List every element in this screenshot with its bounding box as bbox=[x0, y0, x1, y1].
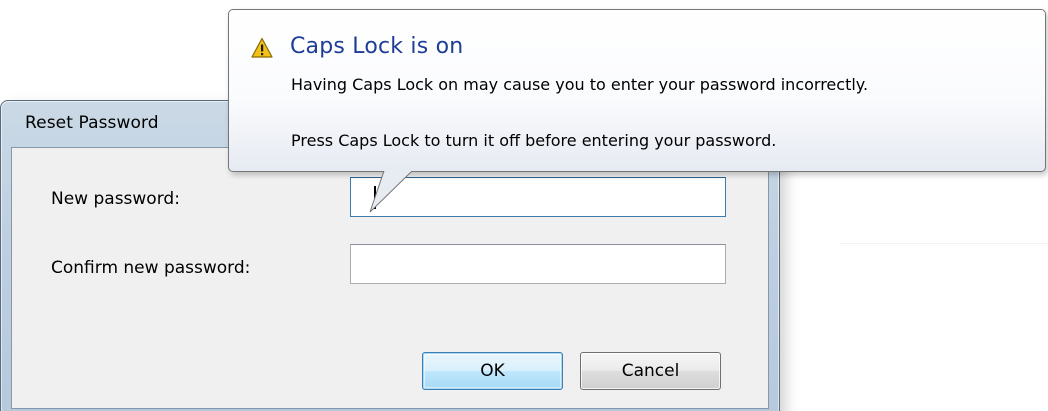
dialog-title: Reset Password bbox=[25, 113, 159, 133]
ok-button[interactable]: OK bbox=[422, 352, 563, 390]
background-divider bbox=[840, 243, 1048, 244]
caps-lock-balloon[interactable]: Caps Lock is on Having Caps Lock on may … bbox=[228, 9, 1046, 172]
balloon-message-line1: Having Caps Lock on may cause you to ent… bbox=[291, 75, 869, 94]
cancel-button[interactable]: Cancel bbox=[580, 352, 721, 390]
balloon-title: Caps Lock is on bbox=[290, 34, 464, 59]
dialog-client-area: New password: Confirm new password: OK C… bbox=[11, 147, 769, 409]
screen: Reset Password New password: Confirm new… bbox=[0, 0, 1048, 411]
confirm-password-label: Confirm new password: bbox=[51, 258, 251, 278]
new-password-input[interactable] bbox=[350, 177, 726, 217]
confirm-password-input[interactable] bbox=[350, 244, 726, 284]
warning-icon bbox=[251, 37, 273, 58]
text-caret bbox=[374, 186, 376, 209]
balloon-message-line2: Press Caps Lock to turn it off before en… bbox=[291, 131, 777, 150]
new-password-label: New password: bbox=[51, 189, 180, 209]
